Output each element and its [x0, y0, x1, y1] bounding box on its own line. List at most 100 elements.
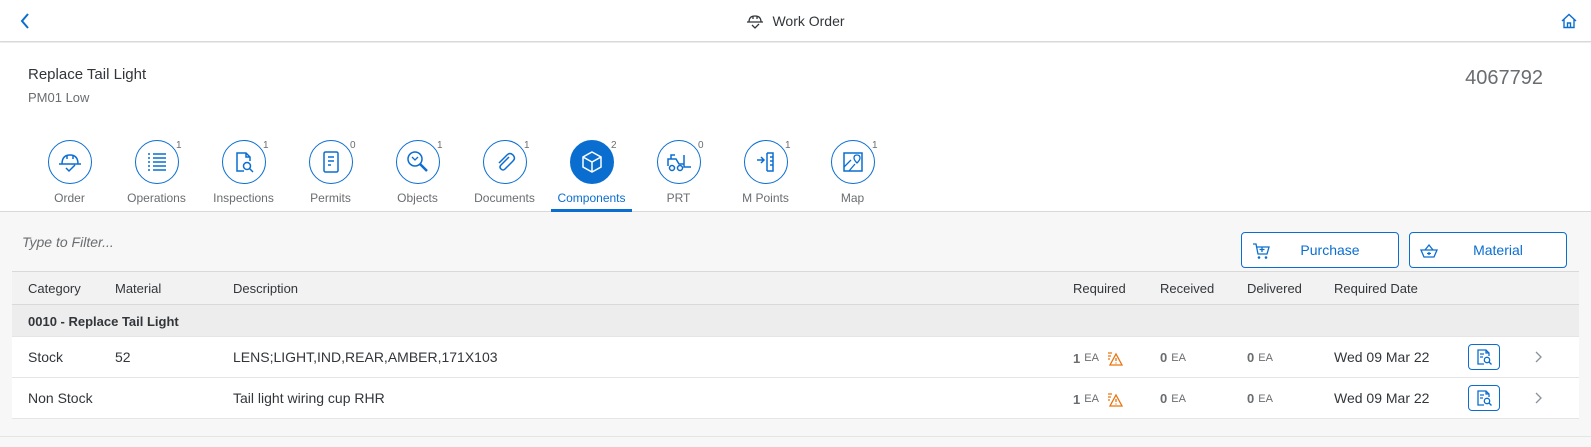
tab-label: Map [840, 191, 865, 205]
tab-map[interactable]: 1 Map [809, 138, 896, 212]
tab-label: Components [557, 191, 626, 205]
required-unit: EA [1084, 393, 1099, 405]
tab-components[interactable]: 2 Components [548, 138, 635, 212]
tab-label: Documents [474, 191, 535, 205]
tab-count: 0 [350, 140, 356, 151]
order-hardhat-icon [58, 154, 81, 173]
map-icon [842, 152, 863, 172]
cell-required: 1 EA [1073, 350, 1123, 366]
received-unit: EA [1171, 392, 1186, 405]
warning-icon [1107, 393, 1123, 407]
received-qty: 0 [1160, 391, 1168, 406]
delivered-qty: 0 [1247, 391, 1255, 406]
cell-description: LENS;LIGHT,IND,REAR,AMBER,171X103 [233, 349, 498, 365]
cell-category: Stock [28, 349, 64, 365]
cube-icon [581, 151, 602, 173]
components-table: Category Material Description Required R… [12, 271, 1579, 419]
chevron-right-icon [1535, 351, 1542, 363]
tab-label: M Points [742, 191, 789, 205]
table-row[interactable]: Stock 52 LENS;LIGHT,IND,REAR,AMBER,171X1… [12, 337, 1579, 378]
document-search-icon [1477, 349, 1492, 365]
chevron-right-icon [1535, 392, 1542, 404]
material-button[interactable]: Material [1409, 232, 1567, 268]
cell-received: 0 EA [1160, 350, 1186, 365]
object-header: Replace Tail Light PM01 Low 4067792 Orde… [0, 43, 1591, 212]
measuring-point-icon [756, 152, 774, 172]
cell-required: 1 EA [1073, 391, 1123, 407]
filter-input[interactable] [12, 227, 612, 257]
work-order-number: 4067792 [1465, 67, 1543, 89]
table-header: Category Material Description Required R… [12, 271, 1579, 305]
tab-prt[interactable]: 0 PRT [635, 138, 722, 212]
row-navigation[interactable] [1532, 391, 1544, 405]
group-header-label: 0010 - Replace Tail Light [28, 314, 179, 329]
cell-required-date: Wed 09 Mar 22 [1334, 349, 1430, 365]
tab-count: 1 [785, 140, 791, 151]
paperclip-icon [497, 152, 515, 171]
icon-tab-bar: Order 1 Operations 1 Inspections 0 Permi… [26, 138, 896, 212]
tab-objects[interactable]: 1 Objects [374, 138, 461, 212]
tab-label: Permits [310, 191, 351, 205]
group-header-row: 0010 - Replace Tail Light [12, 305, 1579, 337]
view-details-button[interactable] [1468, 385, 1500, 411]
cell-received: 0 EA [1160, 391, 1186, 406]
permits-doc-icon [322, 151, 339, 173]
work-order-subtitle: PM01 Low [28, 90, 90, 105]
cell-description: Tail light wiring cup RHR [233, 390, 385, 406]
app-title-area: Work Order [0, 0, 1591, 42]
tab-label: Operations [127, 191, 186, 205]
tab-label: PRT [666, 191, 691, 205]
tab-inspections[interactable]: 1 Inspections [200, 138, 287, 212]
cell-delivered: 0 EA [1247, 350, 1273, 365]
warning-icon [1107, 352, 1123, 366]
bottom-divider [0, 436, 1591, 437]
purchase-button[interactable]: Purchase [1241, 232, 1399, 268]
tab-documents[interactable]: 1 Documents [461, 138, 548, 212]
column-header-delivered: Delivered [1247, 281, 1302, 296]
delivered-qty: 0 [1247, 350, 1255, 365]
delivered-unit: EA [1258, 351, 1273, 364]
tab-label: Order [54, 191, 85, 205]
view-details-button[interactable] [1468, 344, 1500, 370]
work-order-title: Replace Tail Light [28, 66, 147, 83]
tab-operations[interactable]: 1 Operations [113, 138, 200, 212]
table-row[interactable]: Non Stock Tail light wiring cup RHR 1 EA… [12, 378, 1579, 419]
home-button[interactable] [1557, 9, 1581, 33]
tab-permits[interactable]: 0 Permits [287, 138, 374, 212]
hardhat-icon [747, 15, 764, 29]
cell-delivered: 0 EA [1247, 391, 1273, 406]
home-icon [1561, 13, 1577, 29]
tab-count: 1 [437, 140, 443, 151]
required-qty: 1 [1073, 391, 1081, 407]
material-basket-icon [1420, 243, 1438, 258]
column-header-material: Material [115, 281, 162, 296]
tab-count: 0 [698, 140, 704, 151]
tab-label: Objects [397, 191, 438, 205]
tab-m-points[interactable]: 1 M Points [722, 138, 809, 212]
required-unit: EA [1084, 352, 1099, 364]
column-header-required: Required [1073, 281, 1126, 296]
document-search-icon [1477, 390, 1492, 406]
objects-search-icon [406, 151, 428, 172]
app-title: Work Order [772, 13, 845, 29]
filter-toolbar: Purchase Material [0, 213, 1591, 270]
cart-icon [1253, 243, 1270, 259]
required-qty: 1 [1073, 350, 1081, 366]
tab-order[interactable]: Order [26, 138, 113, 212]
cell-required-date: Wed 09 Mar 22 [1334, 390, 1430, 406]
shell-bar: Work Order [0, 0, 1591, 42]
column-header-required-date: Required Date [1334, 281, 1418, 296]
cell-category: Non Stock [28, 390, 93, 406]
delivered-unit: EA [1258, 392, 1273, 405]
column-header-category: Category [28, 281, 81, 296]
tab-count: 1 [524, 140, 530, 151]
forklift-icon [666, 154, 691, 172]
tab-count: 2 [611, 140, 617, 151]
tab-count: 1 [176, 140, 182, 151]
row-navigation[interactable] [1532, 350, 1544, 364]
operations-list-icon [147, 153, 166, 171]
tab-count: 1 [872, 140, 878, 151]
cell-material: 52 [115, 349, 131, 365]
column-header-description: Description [233, 281, 299, 296]
inspections-doc-search-icon [235, 152, 254, 173]
